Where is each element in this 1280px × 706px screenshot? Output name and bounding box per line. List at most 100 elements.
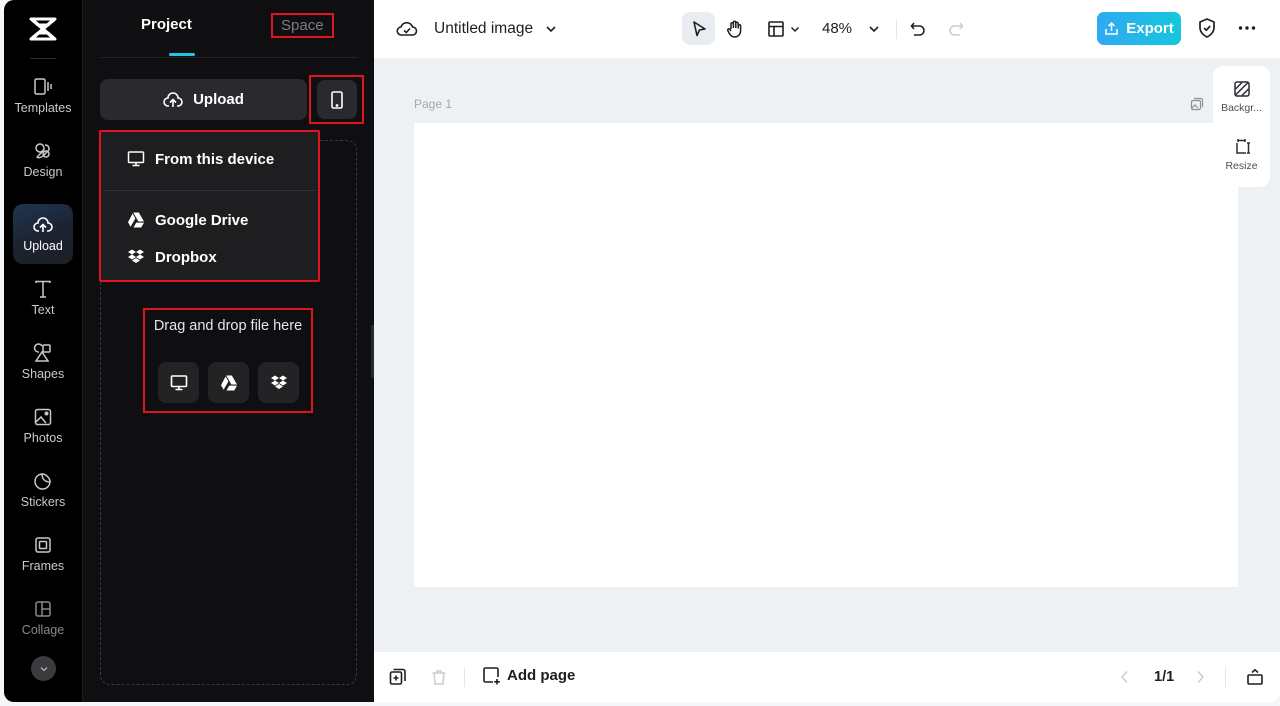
rail-item-collage[interactable]: Collage — [13, 588, 73, 648]
menu-item-google-drive[interactable]: Google Drive — [127, 211, 248, 229]
expand-pages-icon[interactable] — [1246, 668, 1264, 686]
drop-from-google-drive-button[interactable] — [208, 362, 249, 403]
rail-more-button[interactable] — [31, 656, 56, 681]
upload-button[interactable]: Upload — [100, 79, 307, 120]
trash-icon[interactable] — [430, 668, 448, 686]
top-toolbar: Untitled image 48% Export — [374, 0, 1280, 58]
monitor-icon — [170, 374, 187, 390]
drop-from-dropbox-button[interactable] — [258, 362, 299, 403]
select-tool-button[interactable] — [682, 12, 715, 45]
drag-drop-area: Drag and drop file here — [143, 308, 313, 413]
add-layer-icon[interactable] — [389, 668, 407, 686]
capcut-logo-icon[interactable] — [28, 16, 58, 42]
rail-label: Upload — [23, 239, 63, 253]
design-icon — [35, 143, 50, 159]
photos-icon — [34, 408, 52, 426]
drag-drop-text: Drag and drop file here — [153, 318, 303, 334]
background-tool-label: Backgr... — [1221, 102, 1262, 114]
resize-icon — [1235, 139, 1250, 154]
google-drive-icon — [220, 375, 237, 390]
rail-divider — [30, 58, 56, 59]
add-page-button[interactable]: Add page — [482, 666, 575, 685]
rail-item-frames[interactable]: Frames — [13, 524, 73, 584]
export-button[interactable]: Export — [1097, 12, 1181, 45]
menu-item-label: From this device — [155, 150, 275, 168]
redo-button[interactable] — [944, 12, 968, 45]
rail-item-design[interactable]: Design — [13, 130, 73, 190]
bottom-toolbar: Add page 1/1 — [374, 652, 1280, 702]
canvas-area: Page 1 Backgr... Resize — [374, 58, 1280, 652]
templates-icon — [34, 78, 52, 95]
google-drive-icon — [128, 212, 144, 228]
monitor-icon — [127, 151, 145, 167]
left-rail: Templates Design Upload Text Shapes Phot… — [4, 0, 82, 702]
page-indicator: 1/1 — [1154, 669, 1175, 685]
export-label: Export — [1126, 20, 1174, 37]
previous-page-icon[interactable] — [1116, 668, 1134, 686]
toolbar-divider — [896, 19, 897, 39]
background-icon — [1233, 81, 1250, 97]
chevron-down-icon[interactable] — [544, 22, 558, 36]
rail-item-shapes[interactable]: Shapes — [13, 332, 73, 392]
rail-item-templates[interactable]: Templates — [13, 66, 73, 126]
duplicate-page-icon[interactable] — [1190, 97, 1204, 111]
canvas-side-tools: Backgr... Resize — [1213, 66, 1270, 187]
menu-item-dropbox[interactable]: Dropbox — [127, 248, 217, 266]
next-page-icon[interactable] — [1191, 668, 1209, 686]
zoom-level[interactable]: 48% — [822, 20, 852, 37]
menu-item-label: Dropbox — [155, 248, 217, 266]
rail-label: Stickers — [20, 495, 66, 509]
upload-button-label: Upload — [193, 91, 244, 108]
hand-icon — [726, 20, 742, 38]
dropbox-icon — [270, 375, 287, 389]
shapes-icon — [33, 343, 51, 362]
background-tool-button[interactable]: Backgr... — [1213, 80, 1270, 114]
resize-tool-button[interactable]: Resize — [1213, 138, 1270, 172]
mobile-upload-button[interactable] — [317, 80, 357, 119]
rail-label: Text — [31, 303, 55, 317]
active-tab-indicator — [169, 53, 195, 56]
rail-item-upload[interactable]: Upload — [13, 204, 73, 264]
bottombar-divider — [1225, 667, 1226, 687]
undo-icon — [910, 21, 925, 36]
hand-tool-button[interactable] — [722, 12, 748, 45]
chevron-down-icon[interactable] — [867, 22, 881, 36]
rail-label: Templates — [14, 101, 72, 115]
menu-item-from-device[interactable]: From this device — [127, 150, 274, 168]
rail-item-photos[interactable]: Photos — [13, 396, 73, 456]
add-page-icon — [483, 667, 500, 685]
upload-panel: Project Space Upload From this device Go… — [82, 0, 374, 702]
dropbox-icon — [128, 249, 144, 263]
canvas-page[interactable] — [414, 123, 1238, 587]
upload-source-menu: From this device Google Drive Dropbox — [99, 130, 320, 282]
frames-icon — [35, 537, 51, 553]
rail-item-text[interactable]: Text — [13, 268, 73, 328]
rail-label: Frames — [21, 559, 65, 573]
more-options-icon[interactable] — [1236, 17, 1258, 39]
tab-project[interactable]: Project — [141, 16, 192, 33]
mobile-phone-icon — [331, 90, 343, 109]
drop-from-device-button[interactable] — [158, 362, 199, 403]
layout-tool-button[interactable] — [764, 12, 804, 45]
collage-icon — [35, 601, 51, 617]
chevron-down-icon — [790, 26, 800, 32]
pointer-icon — [692, 20, 706, 36]
stickers-icon — [34, 473, 51, 490]
resize-tool-label: Resize — [1225, 160, 1258, 172]
menu-divider — [103, 190, 316, 191]
upload-cloud-icon — [163, 91, 183, 107]
layout-icon — [768, 20, 784, 37]
rail-label: Photos — [23, 431, 63, 445]
mobile-upload-highlight — [309, 75, 364, 124]
tab-space[interactable]: Space — [271, 13, 334, 38]
document-title[interactable]: Untitled image — [434, 20, 533, 38]
bottombar-divider — [464, 667, 465, 687]
cloud-saved-icon[interactable] — [396, 19, 418, 39]
shield-check-icon[interactable] — [1196, 17, 1218, 39]
panel-tabs: Project Space — [101, 0, 357, 58]
rail-item-stickers[interactable]: Stickers — [13, 460, 73, 520]
undo-button[interactable] — [906, 12, 930, 45]
menu-item-label: Google Drive — [155, 211, 249, 229]
export-icon — [1105, 21, 1118, 35]
upload-cloud-icon — [33, 217, 53, 232]
